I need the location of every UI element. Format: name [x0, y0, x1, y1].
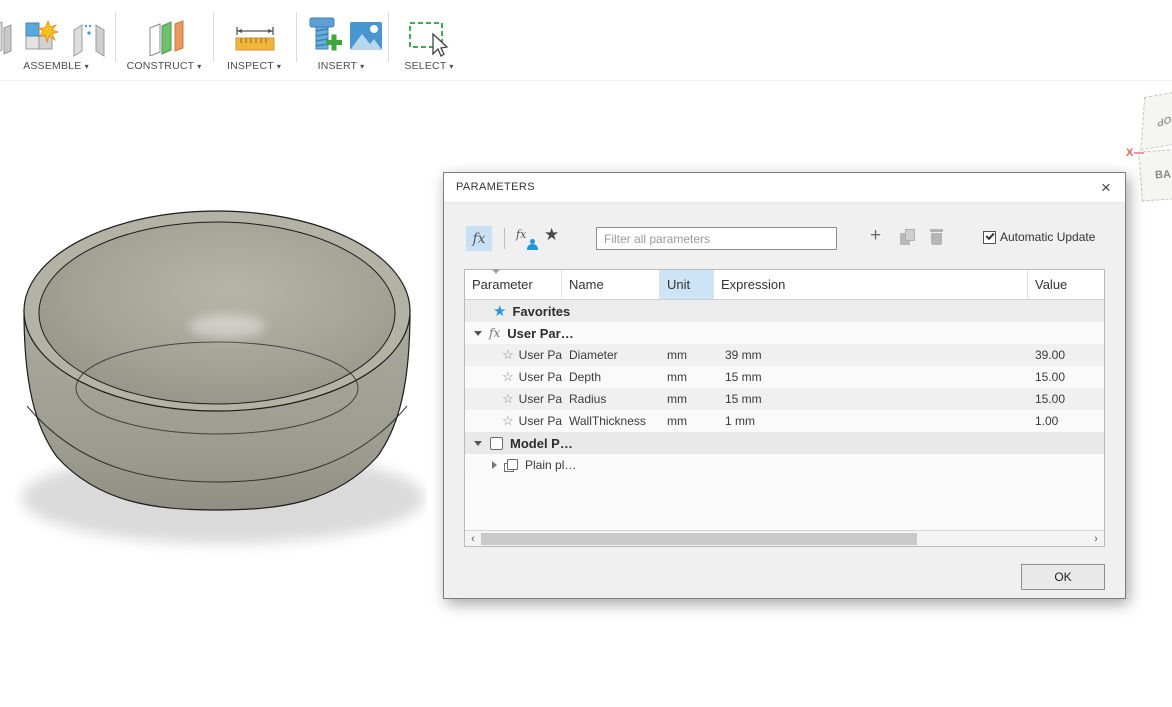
scrollbar-thumb[interactable] [481, 533, 917, 545]
select-icon [409, 22, 449, 57]
automatic-update-label: Automatic Update [1000, 230, 1096, 244]
insert-menu[interactable]: INSERT ▾ [297, 0, 385, 81]
insert-label: INSERT ▾ [317, 60, 365, 72]
fx-icon: fx [516, 228, 527, 241]
chevron-right-icon[interactable] [492, 461, 497, 469]
component-cube-icon [490, 436, 503, 450]
dropdown-caret-icon: ▾ [197, 62, 202, 71]
x-axis-indicator: X [1126, 147, 1145, 159]
scroll-left-icon[interactable]: ‹ [465, 531, 481, 546]
delete-parameter-icon[interactable] [930, 229, 943, 245]
favorite-toggle-icon[interactable]: ☆ [502, 413, 514, 429]
chevron-down-icon[interactable] [474, 330, 482, 336]
filter-parameters-input[interactable] [596, 227, 837, 250]
name-cell[interactable]: WallThickness [562, 414, 660, 428]
close-icon[interactable]: × [1095, 177, 1117, 199]
favorite-toggle-icon[interactable]: ☆ [502, 369, 514, 385]
dialog-title: PARAMETERS [456, 181, 535, 193]
unit-cell: mm [667, 392, 687, 406]
parameters-dialog: PARAMETERS × fx fx ★ + Automatic Update … [443, 172, 1126, 599]
inspect-menu[interactable]: INSPECT ▾ [214, 0, 294, 81]
assemble-label: ASSEMBLE ▾ [23, 60, 89, 72]
dropdown-caret-icon: ▾ [84, 62, 89, 71]
name-cell[interactable]: Diameter [562, 348, 660, 362]
favorites-filter-button[interactable]: ★ [544, 225, 559, 245]
automatic-update-toggle[interactable]: Automatic Update [983, 229, 1095, 245]
expression-cell[interactable]: 1 mm [714, 414, 1028, 428]
construct-label: CONSTRUCT ▾ [126, 60, 202, 72]
derive-parameter-icon[interactable] [900, 229, 915, 245]
measure-icon [235, 27, 275, 51]
construct-menu[interactable]: CONSTRUCT ▾ [116, 0, 212, 81]
dialog-toolbar-separator [504, 228, 505, 249]
name-cell[interactable]: Depth [562, 370, 660, 384]
plain-plate-row[interactable]: Plain pl… [465, 454, 1104, 476]
fx-icon: fx [489, 326, 501, 340]
ok-button[interactable]: OK [1021, 564, 1105, 590]
body-icon [504, 458, 518, 472]
column-header-value[interactable]: Value [1028, 270, 1104, 299]
select-label: SELECT ▾ [404, 60, 454, 72]
value-cell: 1.00 [1035, 414, 1059, 428]
parameter-row-depth[interactable]: ☆User Pa… Depth mm 15 mm 15.00 [465, 366, 1104, 388]
unit-cell: mm [667, 370, 687, 384]
dialog-titlebar[interactable]: PARAMETERS × [444, 173, 1125, 203]
favorites-row[interactable]: ★ Favorites [465, 300, 1104, 322]
chevron-down-icon[interactable] [474, 440, 482, 446]
dropdown-caret-icon: ▾ [276, 62, 282, 71]
value-cell: 15.00 [1035, 392, 1066, 406]
horizontal-scrollbar[interactable]: ‹ › [465, 530, 1104, 546]
parameter-row-diameter[interactable]: ☆User Pa… Diameter mm 39 mm 39.00 [465, 344, 1104, 366]
user-parameters-group-row[interactable]: fx User Par… [465, 322, 1104, 344]
bowl-model[interactable] [15, 198, 427, 563]
viewcube[interactable]: OP BA [1138, 89, 1172, 202]
viewcube-top-face[interactable]: OP [1140, 89, 1172, 151]
value-cell: 15.00 [1035, 370, 1066, 384]
column-header-name[interactable]: Name [562, 270, 660, 299]
column-header-parameter[interactable]: Parameter [465, 269, 562, 299]
expression-cell[interactable]: 15 mm [714, 370, 1028, 384]
insert-fastener-icon [309, 17, 342, 51]
inspect-label: INSPECT ▾ [226, 60, 282, 72]
assemble-menu[interactable]: ASSEMBLE ▾ [0, 0, 112, 81]
user-icon [527, 244, 538, 250]
unit-cell: mm [667, 348, 687, 362]
parameters-table: Parameter Name Unit Expression Value ★ F… [464, 269, 1105, 547]
joint-icon [73, 24, 105, 57]
joint-origin-icon [0, 21, 12, 55]
favorite-toggle-icon[interactable]: ☆ [502, 391, 514, 407]
main-toolbar: ASSEMBLE ▾ CONSTRUCT ▾ INSPECT ▾ INSERT … [0, 0, 1172, 81]
construct-plane-icon [149, 20, 184, 56]
new-component-icon [25, 20, 60, 50]
dropdown-caret-icon: ▾ [449, 62, 454, 71]
fusion360-window: ASSEMBLE ▾ CONSTRUCT ▾ INSPECT ▾ INSERT … [0, 0, 1172, 707]
parameter-row-radius[interactable]: ☆User Pa… Radius mm 15 mm 15.00 [465, 388, 1104, 410]
x-axis-line-icon [1134, 152, 1145, 155]
model-parameters-group-row[interactable]: Model P… [465, 432, 1104, 454]
checkbox-checked-icon[interactable] [983, 230, 996, 244]
unit-cell: mm [667, 414, 687, 428]
show-all-parameters-button[interactable]: fx [466, 226, 492, 251]
name-cell[interactable]: Radius [562, 392, 660, 406]
bowl-cavity [38, 221, 396, 405]
parameter-row-wallthickness[interactable]: ☆User Pa… WallThickness mm 1 mm 1.00 [465, 410, 1104, 432]
assemble-icons [0, 20, 105, 57]
column-header-expression[interactable]: Expression [714, 270, 1028, 299]
select-menu[interactable]: SELECT ▾ [389, 0, 469, 81]
insert-image-icon [350, 22, 382, 50]
favorites-star-icon: ★ [493, 303, 507, 320]
column-header-unit[interactable]: Unit [660, 270, 714, 299]
scroll-right-icon[interactable]: › [1088, 531, 1104, 546]
expression-cell[interactable]: 39 mm [714, 348, 1028, 362]
dropdown-caret-icon: ▾ [360, 62, 365, 71]
table-header: Parameter Name Unit Expression Value [465, 269, 1104, 300]
fx-icon: fx [472, 230, 486, 247]
favorite-toggle-icon[interactable]: ☆ [502, 347, 514, 363]
sort-icon [492, 269, 500, 274]
user-parameters-filter-button[interactable]: fx [514, 228, 540, 250]
insert-icons [309, 17, 382, 51]
add-parameter-button[interactable]: + [870, 225, 881, 247]
expression-cell[interactable]: 15 mm [714, 392, 1028, 406]
value-cell: 39.00 [1035, 348, 1066, 362]
